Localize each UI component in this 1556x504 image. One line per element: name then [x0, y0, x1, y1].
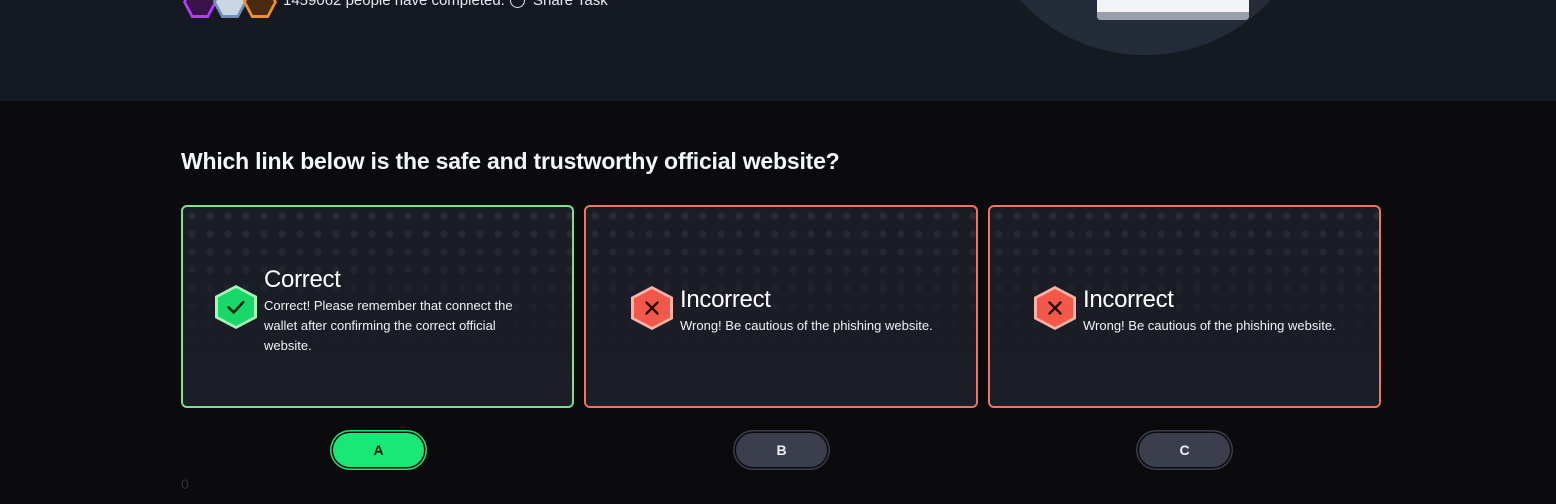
- task-header: 1459062 people have completed. Share Tas…: [0, 0, 1556, 101]
- card-title: Incorrect: [1083, 286, 1174, 313]
- card-title: Correct: [264, 266, 341, 293]
- avatar: [243, 0, 277, 18]
- share-task-button[interactable]: Share Task: [510, 0, 608, 9]
- avatar: [213, 0, 247, 18]
- participant-avatars: [183, 0, 283, 18]
- answer-card-b: Incorrect Wrong! Be cautious of the phis…: [584, 205, 978, 408]
- option-b-button[interactable]: B: [736, 433, 827, 467]
- close-icon: [631, 286, 673, 330]
- card-title: Incorrect: [680, 286, 771, 313]
- option-c-button[interactable]: C: [1139, 433, 1230, 467]
- avatar: [183, 0, 217, 18]
- share-icon: [510, 0, 525, 8]
- card-description: Correct! Please remember that connect th…: [264, 298, 513, 353]
- option-a-button[interactable]: A: [333, 433, 424, 467]
- card-description: Wrong! Be cautious of the phishing websi…: [1083, 318, 1336, 333]
- close-icon: [1034, 286, 1076, 330]
- check-icon: [215, 285, 257, 329]
- answer-card-a: Correct Correct! Please remember that co…: [181, 205, 574, 408]
- card-description: Wrong! Be cautious of the phishing websi…: [680, 318, 933, 333]
- answer-card-c: Incorrect Wrong! Be cautious of the phis…: [988, 205, 1381, 408]
- footer-counter: 0: [181, 476, 189, 492]
- share-task-label: Share Task: [533, 0, 608, 9]
- completed-count-text: 1459062 people have completed.: [283, 0, 505, 9]
- illustration-base: [1097, 0, 1249, 20]
- quiz-question: Which link below is the safe and trustwo…: [181, 148, 840, 174]
